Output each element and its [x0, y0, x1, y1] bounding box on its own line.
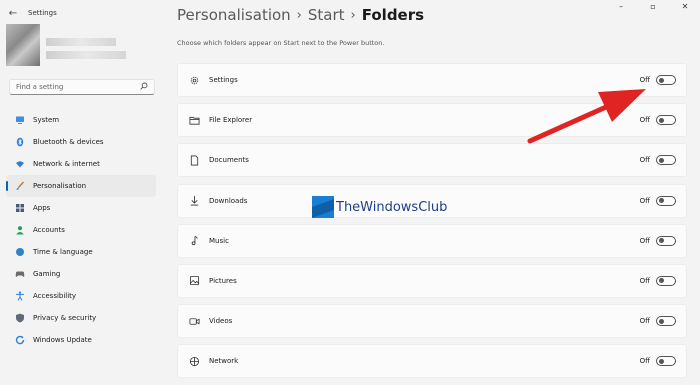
sidebar-item-label: Gaming: [33, 270, 61, 278]
sidebar-item-accessibility[interactable]: Accessibility: [6, 285, 156, 307]
maximize-button[interactable]: ▫: [646, 2, 660, 11]
watermark: TheWindowsClub: [312, 196, 447, 218]
music-icon: [188, 235, 200, 247]
gear-icon: [188, 74, 200, 86]
brush-icon: [15, 181, 25, 191]
folder-label: Documents: [209, 156, 249, 165]
chevron-right-icon: ›: [350, 7, 356, 23]
sidebar-item-gaming[interactable]: Gaming: [6, 263, 156, 285]
sidebar-item-label: Network & internet: [33, 160, 100, 168]
sidebar-item-network[interactable]: Network & internet: [6, 153, 156, 175]
folder-label: Pictures: [209, 276, 237, 285]
music-toggle[interactable]: [656, 235, 676, 246]
accessibility-icon: [15, 291, 25, 301]
system-icon: [15, 115, 25, 125]
sidebar-item-label: System: [33, 116, 60, 124]
sidebar-item-time-language[interactable]: Time & language: [6, 241, 156, 263]
accounts-icon: [15, 225, 25, 235]
watermark-text: TheWindowsClub: [336, 199, 448, 215]
sidebar-item-label: Accounts: [33, 226, 65, 234]
folder-label: Music: [209, 236, 229, 245]
sidebar-item-system[interactable]: System: [6, 109, 156, 131]
update-icon: [15, 335, 25, 345]
toggle-state-text: Off: [639, 357, 650, 366]
toggle-state-text: Off: [639, 236, 650, 245]
toggle-state-text: Off: [639, 317, 650, 326]
sidebar-item-label: Time & language: [33, 248, 93, 256]
pictures-toggle[interactable]: [656, 275, 676, 286]
watermark-logo-icon: [312, 196, 334, 218]
shield-icon: [15, 313, 25, 323]
search-input[interactable]: [16, 83, 140, 91]
bluetooth-icon: [15, 137, 25, 147]
toggle-state-text: Off: [639, 276, 650, 285]
chevron-right-icon: ›: [296, 7, 302, 23]
picture-icon: [188, 275, 200, 287]
sidebar-nav: System Bluetooth & devices Network & int…: [6, 109, 156, 351]
sidebar-item-label: Bluetooth & devices: [33, 138, 104, 146]
close-button[interactable]: ✕: [678, 2, 692, 11]
profile-email-redacted: [46, 51, 126, 59]
breadcrumb-item-personalisation[interactable]: Personalisation: [177, 6, 291, 24]
wifi-icon: [15, 159, 25, 169]
folder-label: Settings: [209, 76, 238, 84]
page-description: Choose which folders appear on Start nex…: [177, 39, 385, 47]
toggle-state-text: Off: [639, 116, 650, 125]
breadcrumb-item-start[interactable]: Start: [308, 6, 345, 24]
toggle-state-text: Off: [639, 76, 650, 84]
folder-label: File Explorer: [209, 116, 253, 125]
sidebar-item-accounts[interactable]: Accounts: [6, 219, 156, 241]
sidebar-item-label: Personalisation: [33, 182, 87, 190]
settings-toggle[interactable]: [656, 75, 676, 85]
folder-row-settings: Settings Off: [177, 63, 687, 97]
sidebar-item-bluetooth[interactable]: Bluetooth & devices: [6, 131, 156, 153]
sidebar-item-label: Accessibility: [33, 292, 77, 300]
sidebar-item-label: Windows Update: [33, 336, 92, 344]
videos-toggle[interactable]: [656, 316, 676, 327]
window-controls: – ▫ ✕: [614, 2, 692, 11]
file-explorer-toggle[interactable]: [656, 115, 676, 126]
folder-label: Network: [209, 357, 239, 366]
sidebar-item-label: Apps: [33, 204, 51, 212]
sidebar-item-privacy-security[interactable]: Privacy & security: [6, 307, 156, 329]
apps-icon: [15, 203, 25, 213]
folder-label: Videos: [209, 317, 233, 326]
folder-row-pictures: Pictures Off: [177, 263, 687, 298]
video-icon: [188, 315, 200, 327]
breadcrumb: Personalisation › Start › Folders: [177, 6, 424, 24]
sidebar-item-personalisation[interactable]: Personalisation: [6, 175, 156, 197]
sidebar-item-apps[interactable]: Apps: [6, 197, 156, 219]
toggle-state-text: Off: [639, 196, 650, 205]
network-icon: [188, 355, 200, 367]
toggle-state-text: Off: [639, 156, 650, 165]
sidebar-item-windows-update[interactable]: Windows Update: [6, 329, 156, 351]
search-icon[interactable]: [140, 82, 148, 92]
globe-icon: [15, 247, 25, 257]
downloads-toggle[interactable]: [656, 195, 676, 206]
folder-row-music: Music Off: [177, 223, 687, 258]
avatar: [6, 24, 40, 66]
sidebar: System Bluetooth & devices Network & int…: [0, 0, 165, 368]
documents-toggle[interactable]: [656, 155, 676, 166]
folder-row-file-explorer: File Explorer Off: [177, 103, 687, 138]
document-icon: [188, 154, 200, 166]
gamepad-icon: [15, 269, 25, 279]
minimize-button[interactable]: –: [614, 2, 628, 11]
folder-icon: [188, 114, 200, 126]
network-toggle[interactable]: [656, 356, 676, 367]
folder-row-network: Network Off: [177, 344, 687, 379]
profile-name-redacted: [46, 38, 116, 46]
download-icon: [188, 195, 200, 207]
folder-list: Settings Off File Explorer Off Documents…: [177, 63, 687, 385]
folder-row-documents: Documents Off: [177, 143, 687, 178]
search-box: [9, 79, 155, 95]
sidebar-item-label: Privacy & security: [33, 314, 97, 322]
folder-row-videos: Videos Off: [177, 304, 687, 339]
page-title: Folders: [361, 6, 425, 24]
